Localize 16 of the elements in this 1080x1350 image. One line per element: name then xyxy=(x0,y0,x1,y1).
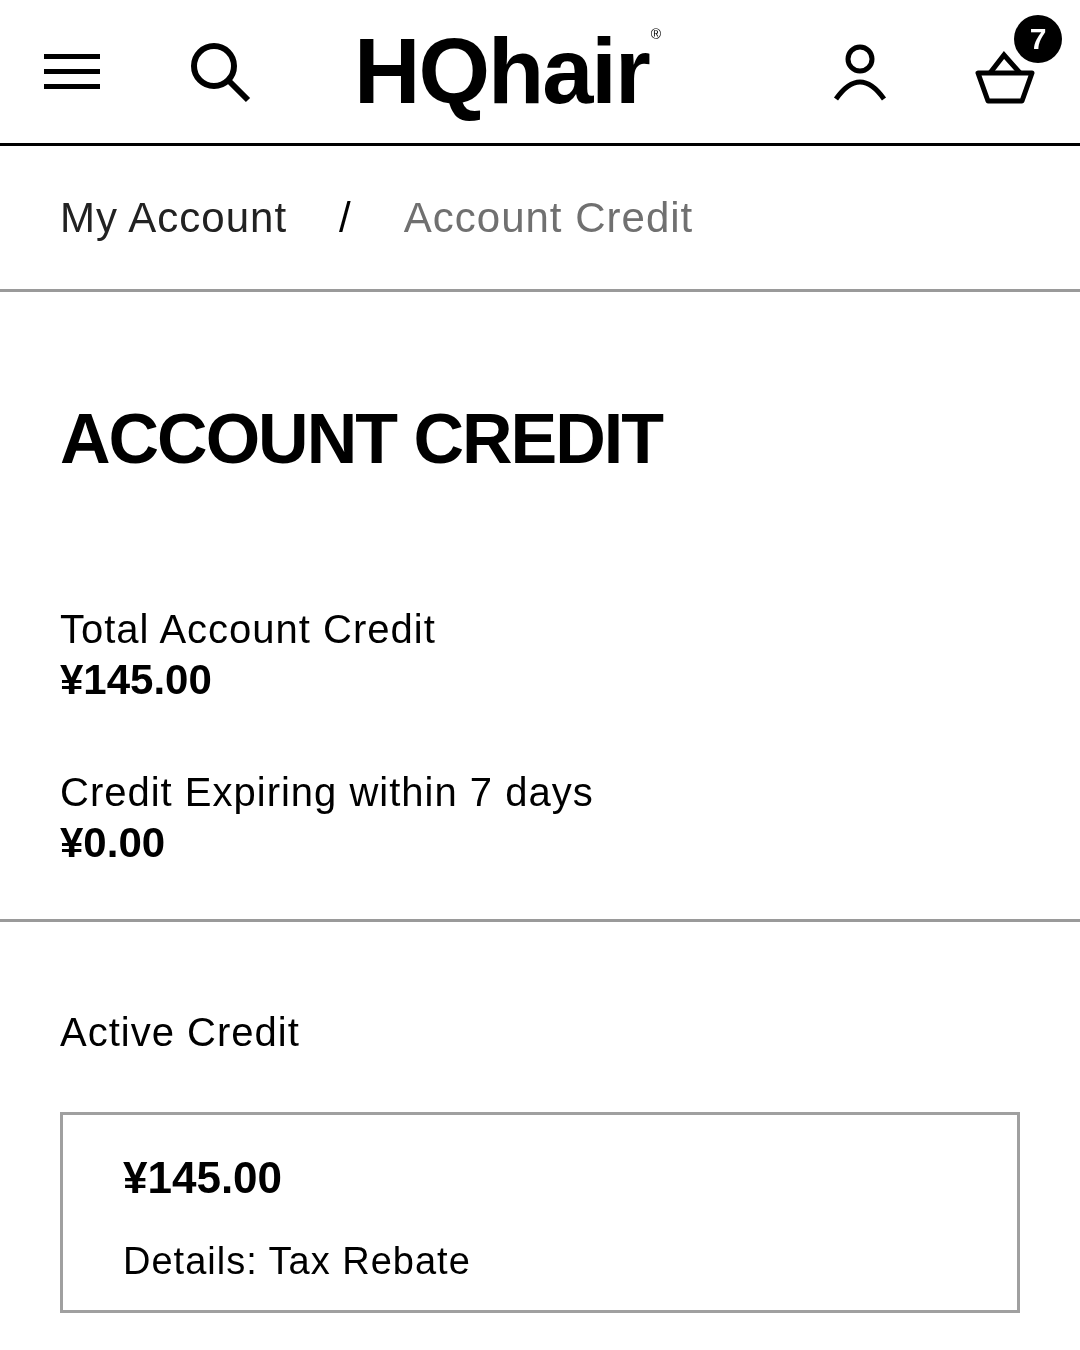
summary-label: Credit Expiring within 7 days xyxy=(60,768,595,816)
credit-details: Details: Tax Rebate xyxy=(123,1239,472,1284)
account-icon[interactable] xyxy=(832,42,888,101)
registered-mark: ® xyxy=(650,25,662,45)
menu-icon[interactable] xyxy=(44,53,100,90)
logo[interactable]: HQhair xyxy=(352,16,651,127)
breadcrumb-link[interactable]: Account Credit xyxy=(403,186,694,249)
section-heading: Active Credit xyxy=(60,1009,301,1056)
summary-label: Total Account Credit xyxy=(60,606,437,653)
credit-amount: ¥145.00 xyxy=(123,1152,284,1204)
summary-amount: ¥0.00 xyxy=(60,817,167,868)
page-title: ACCOUNT CREDIT xyxy=(60,404,664,474)
breadcrumb-link[interactable]: My Account xyxy=(60,186,288,249)
basket-count-badge: 7 xyxy=(1014,14,1062,63)
summary-amount: ¥145.00 xyxy=(60,655,213,705)
breadcrumb-separator: / xyxy=(339,193,352,243)
